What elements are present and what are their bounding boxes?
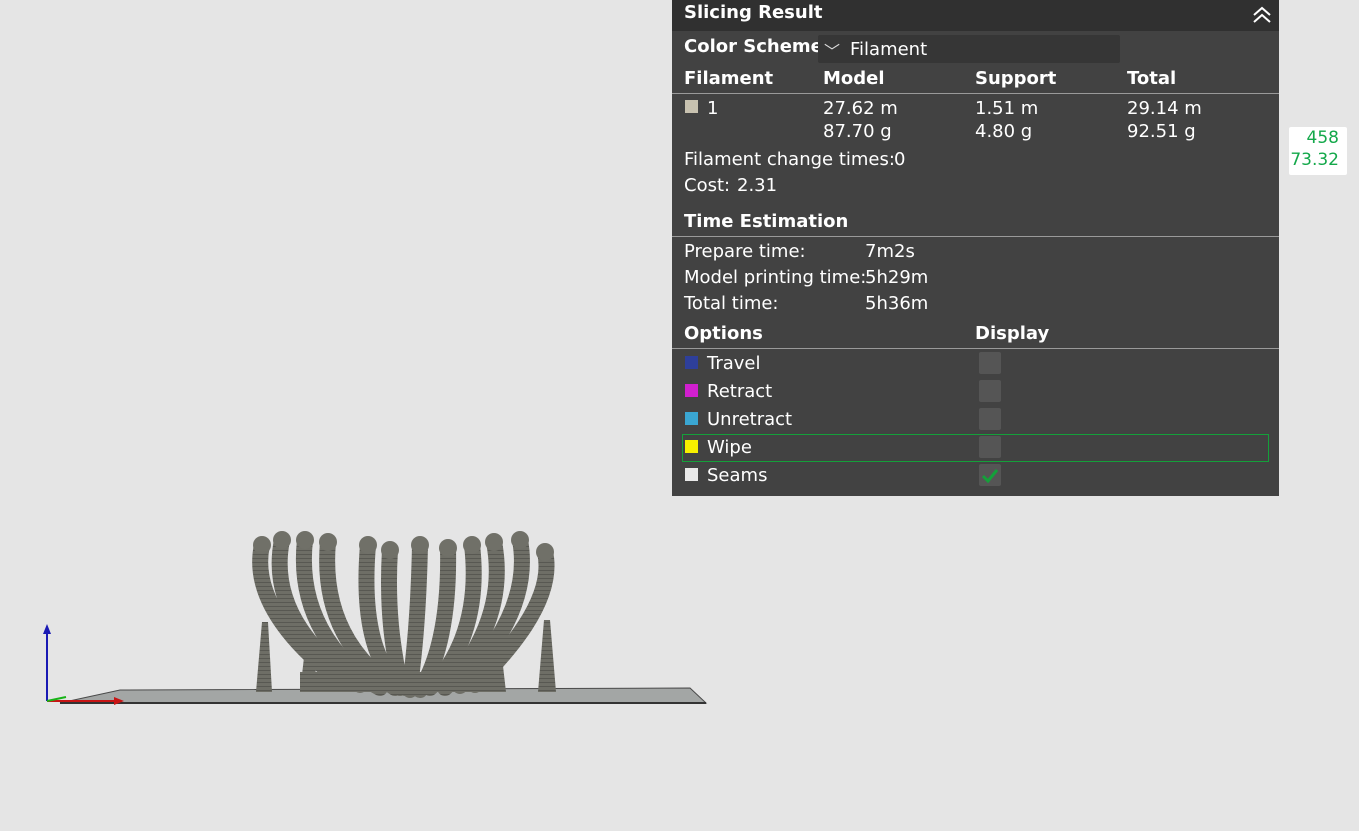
divider <box>672 236 1279 237</box>
col-header-total: Total <box>1127 68 1177 89</box>
retract-swatch <box>685 384 698 397</box>
cost-label: Cost: <box>684 175 731 196</box>
unretract-swatch <box>685 412 698 425</box>
model-base <box>300 672 500 692</box>
checkmark-icon <box>981 469 999 484</box>
unretract-checkbox[interactable] <box>979 408 1001 430</box>
color-scheme-value: Filament <box>850 39 928 60</box>
option-wipe-label: Wipe <box>707 437 752 458</box>
option-seams-label: Seams <box>707 465 768 486</box>
color-scheme-dropdown[interactable]: ﹀ Filament <box>818 35 1120 63</box>
panel-title: Slicing Result <box>684 2 823 23</box>
total-time-value: 5h36m <box>865 293 929 314</box>
retract-checkbox[interactable] <box>979 380 1001 402</box>
collapse-icon[interactable] <box>1251 4 1273 26</box>
layer-number: 458 <box>1306 128 1339 148</box>
option-unretract-label: Unretract <box>707 409 793 430</box>
total-weight: 92.51 g <box>1127 121 1196 142</box>
cost-value: 2.31 <box>737 175 778 196</box>
layer-height: 73.32 <box>1290 150 1339 170</box>
highlighted-row <box>682 434 1269 462</box>
col-header-support: Support <box>975 68 1057 89</box>
filament-id: 1 <box>707 98 719 119</box>
option-retract-label: Retract <box>707 381 773 402</box>
travel-checkbox[interactable] <box>979 352 1001 374</box>
option-travel-label: Travel <box>707 353 761 374</box>
model-printing-time-label: Model printing time: <box>684 267 867 288</box>
total-time-label: Total time: <box>684 293 779 314</box>
display-header: Display <box>975 323 1050 344</box>
model-weight: 87.70 g <box>823 121 892 142</box>
filament-color-swatch <box>685 100 698 113</box>
seams-swatch <box>685 468 698 481</box>
wipe-checkbox[interactable] <box>979 436 1001 458</box>
prepare-time-value: 7m2s <box>865 241 915 262</box>
model-printing-time-value: 5h29m <box>865 267 929 288</box>
filament-change-value: 0 <box>894 149 906 170</box>
time-estimation-header: Time Estimation <box>684 211 849 232</box>
divider <box>672 348 1279 349</box>
panel-titlebar: Slicing Result <box>672 0 1279 31</box>
col-header-model: Model <box>823 68 885 89</box>
options-header: Options <box>684 323 763 344</box>
chevron-down-icon: ﹀ <box>824 42 841 61</box>
divider <box>672 93 1279 94</box>
wipe-swatch <box>685 440 698 453</box>
support-weight: 4.80 g <box>975 121 1033 142</box>
support-length: 1.51 m <box>975 98 1039 119</box>
color-scheme-label: Color Scheme <box>684 36 823 57</box>
total-length: 29.14 m <box>1127 98 1202 119</box>
model-length: 27.62 m <box>823 98 898 119</box>
slicing-result-panel: Slicing Result Color Scheme ﹀ Filament F… <box>672 0 1279 496</box>
travel-swatch <box>685 356 698 369</box>
seams-checkbox[interactable] <box>979 464 1001 486</box>
filament-change-label: Filament change times: <box>684 149 895 170</box>
col-header-filament: Filament <box>684 68 774 89</box>
prepare-time-label: Prepare time: <box>684 241 806 262</box>
layer-height-badge: 458 73.32 <box>1289 127 1347 175</box>
